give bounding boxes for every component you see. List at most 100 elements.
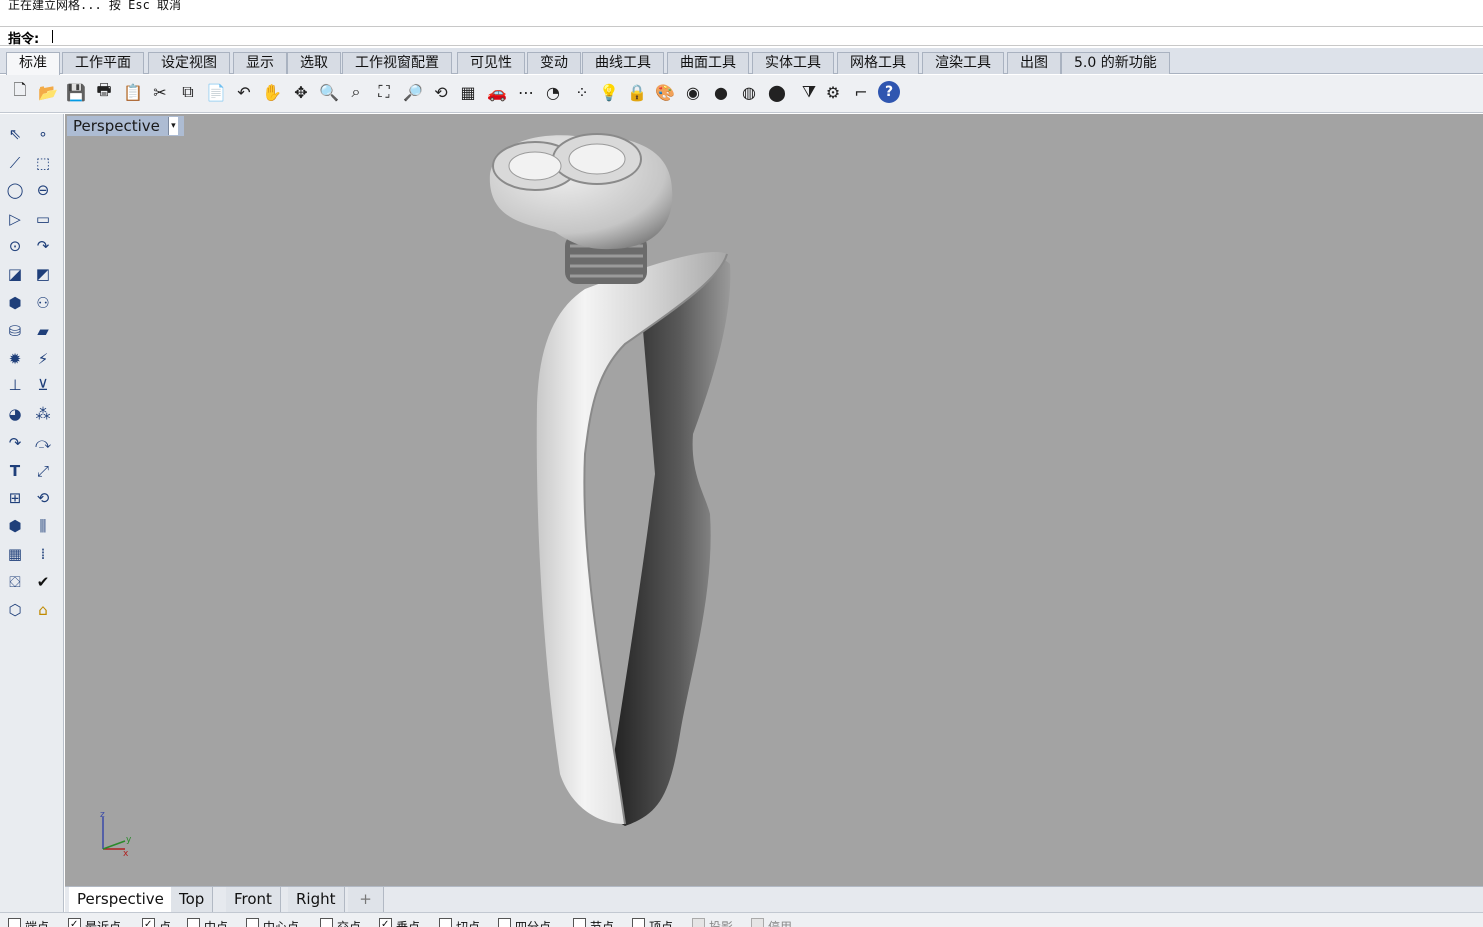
explode-icon[interactable]: ⚡ [31,347,55,371]
pan-hand-icon[interactable]: ✋ [261,81,283,103]
polyline-icon[interactable]: ⟋ [3,151,27,175]
scale-icon[interactable]: ⤢ [31,459,55,483]
osnap-vertex-checkbox[interactable] [632,918,645,927]
tab-viewport-layout[interactable]: 工作视窗配置 [342,52,452,74]
tab-render-tools[interactable]: 渲染工具 [922,52,1004,74]
render-sphere-light-icon[interactable]: ◍ [738,81,760,103]
tab-perspective[interactable]: Perspective [69,887,173,912]
curve-icon[interactable]: ⬚ [31,151,55,175]
boolean-union-icon[interactable]: ⚇ [31,291,55,315]
osnap-end[interactable]: 端点 [8,918,49,927]
analyze-icon[interactable]: ⛋ [3,570,27,594]
circle-tool-icon[interactable]: ◔ [542,81,564,103]
osnap-end-checkbox[interactable] [8,918,21,927]
point-icon[interactable]: ∘ [31,122,55,146]
tab-drafting[interactable]: 出图 [1007,52,1061,74]
color-wheel-icon[interactable]: ◉ [682,81,704,103]
split-icon[interactable]: ⊻ [31,373,55,397]
rotate-view-icon[interactable]: ⟲ [430,81,452,103]
tab-transform[interactable]: 变动 [527,52,581,74]
tab-visibility[interactable]: 可见性 [457,52,525,74]
car-icon[interactable]: 🚗 [486,81,508,103]
surface-corner-icon[interactable]: ◪ [3,262,27,286]
tab-surface-tools[interactable]: 曲面工具 [667,52,749,74]
viewport-title[interactable]: Perspective ▾ [67,116,184,136]
osnap-quadrant[interactable]: 四分点 [498,918,551,927]
tab-top[interactable]: Top [171,887,214,912]
tab-right[interactable]: Right [288,887,345,912]
osnap-point[interactable]: 点 [142,918,171,927]
osnap-mid[interactable]: 中点 [187,918,228,927]
osnap-center-checkbox[interactable] [246,918,259,927]
block-icon[interactable]: ⬢ [3,514,27,538]
tab-new-in-v5[interactable]: 5.0 的新功能 [1061,52,1170,74]
osnap-perpendicular[interactable]: 垂点 [379,918,420,927]
osnap-project[interactable]: 投影 [692,918,733,927]
tab-select[interactable]: 选取 [287,52,341,74]
tab-display[interactable]: 显示 [233,52,287,74]
mirror-icon[interactable]: ⟲ [31,486,55,510]
select-arrow-icon[interactable]: ⇖ [3,122,27,146]
osnap-knot-checkbox[interactable] [573,918,586,927]
four-viewports-icon[interactable]: ▦ [457,81,479,103]
tab-front[interactable]: Front [226,887,281,912]
osnap-disable-checkbox[interactable] [751,918,764,927]
text-icon[interactable]: T [3,459,27,483]
rectangle-icon[interactable]: ▭ [31,207,55,231]
array-icon[interactable]: ⊞ [3,486,27,510]
tab-cplanes[interactable]: 工作平面 [62,52,144,74]
tab-set-view[interactable]: 设定视图 [148,52,230,74]
point-grid-icon[interactable]: ▦ [3,542,27,566]
osnap-tangent-checkbox[interactable] [439,918,452,927]
print-icon[interactable]: 🖶 [93,80,115,103]
group-icon[interactable]: ◕ [3,402,27,426]
render-sphere-gray-icon[interactable]: ● [710,81,732,103]
osnap-perpendicular-checkbox[interactable] [379,918,392,927]
osnap-vertex[interactable]: 顶点 [632,918,673,927]
paste-special-icon[interactable]: 📋 [122,81,144,103]
snap-points-icon[interactable]: ⁘ [571,81,593,103]
ungroup-icon[interactable]: ⁂ [31,402,55,426]
rotate-icon[interactable]: ↷ [3,431,27,455]
grid-icon[interactable]: ⋯ [515,81,537,103]
box-solid-icon[interactable]: ⬢ [3,291,27,315]
arc-icon[interactable]: ⊙ [3,234,27,258]
osnap-near[interactable]: 最近点 [68,918,121,927]
zoom-window-icon[interactable]: ⌕ [345,81,367,103]
paint-bucket-icon[interactable]: ⌂ [31,598,55,622]
copy-icon[interactable]: ⧉ [177,81,199,103]
save-icon[interactable]: 💾 [65,81,87,103]
tab-curve-tools[interactable]: 曲线工具 [582,52,664,74]
circle-icon[interactable]: ◯ [3,178,27,202]
osnap-near-checkbox[interactable] [68,918,81,927]
check-icon[interactable]: ✔ [31,570,55,594]
render-tools-icon[interactable]: ✹ [3,347,27,371]
polygon-icon[interactable]: ▷ [3,207,27,231]
surface-extrude-icon[interactable]: ◩ [31,262,55,286]
rotate-3d-icon[interactable]: ⤼ [31,431,55,455]
rotate-move-icon[interactable]: ✥ [290,81,312,103]
osnap-tangent[interactable]: 切点 [439,918,480,927]
tab-solid-tools[interactable]: 实体工具 [752,52,834,74]
osnap-intersection-checkbox[interactable] [320,918,333,927]
command-line[interactable]: 指令: [0,26,1483,47]
tab-mesh-tools[interactable]: 网格工具 [837,52,919,74]
dimension-icon[interactable]: ⫼ [31,514,55,538]
render-sphere-blue-icon[interactable]: ⬤ [766,81,788,103]
light-bulb-icon[interactable]: 💡 [598,81,620,103]
filter-icon[interactable]: ⧩ [798,81,820,103]
osnap-disable[interactable]: 停用 [751,918,792,927]
cut-icon[interactable]: ✂ [149,81,171,103]
control-points-icon[interactable]: ⁞ [31,542,55,566]
osnap-knot[interactable]: 节点 [573,918,614,927]
mesh-plane-icon[interactable]: ▰ [31,319,55,343]
zoom-dynamic-icon[interactable]: 🔍 [318,81,340,103]
new-file-icon[interactable]: 🗋 [9,80,31,103]
fillet-curve-icon[interactable]: ↷ [31,234,55,258]
gear-icon[interactable]: ⚙ [822,81,844,103]
osnap-quadrant-checkbox[interactable] [498,918,511,927]
add-viewport-tab-button[interactable]: + [348,887,384,912]
osnap-project-checkbox[interactable] [692,918,705,927]
perspective-viewport[interactable]: Perspective ▾ z y x [65,114,1483,886]
paste-icon[interactable]: 📄 [205,81,227,103]
